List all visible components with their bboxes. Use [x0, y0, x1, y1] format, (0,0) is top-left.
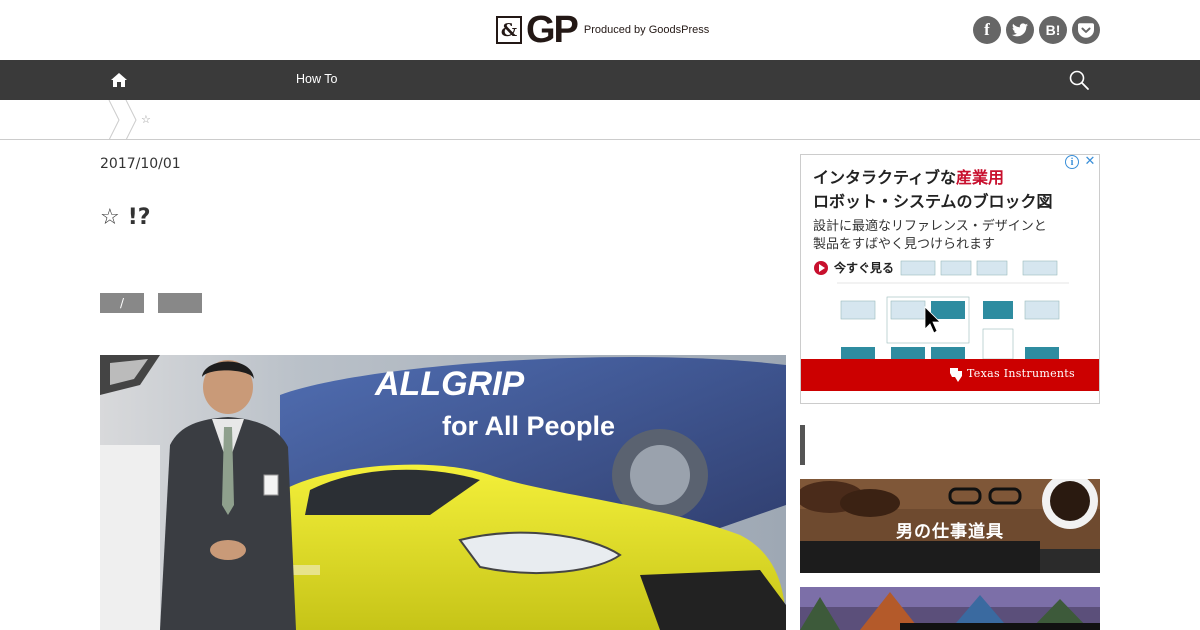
- play-icon: [814, 260, 828, 275]
- hero-photo: ALLGRIP for All People: [100, 355, 786, 630]
- texas-instruments-logo-icon: [950, 368, 962, 382]
- ad-body-line2: 製品をすばやく見つけられます: [813, 237, 996, 252]
- post-title: ☆!?: [100, 205, 151, 230]
- breadcrumb-separator-icon: [108, 100, 120, 140]
- post-date: 2017/10/01: [100, 156, 181, 172]
- hatena-bookmark-icon[interactable]: B!: [1039, 16, 1067, 44]
- title-star: ☆: [100, 205, 120, 230]
- ad-cta-label: 今すぐ見る: [834, 261, 895, 275]
- ad-close-icon[interactable]: ✕: [1083, 155, 1097, 169]
- ad-brand-name: Texas Instruments: [967, 367, 1075, 380]
- sidebar-banner-work-tools[interactable]: 男の仕事道具: [800, 479, 1100, 573]
- ad-info-icon[interactable]: i: [1065, 155, 1079, 169]
- site-header: & GP Produced by GoodsPress f B!: [0, 0, 1200, 60]
- tag-badge[interactable]: [158, 293, 202, 313]
- logo-amp-mark: &: [496, 16, 522, 44]
- sidebar-section-marker: [800, 425, 805, 465]
- sidebar-ad[interactable]: インタラクティブな産業用 ロボット・システムのブロック図 設計に最適なリファレン…: [800, 154, 1100, 404]
- ad-headline: インタラクティブな産業用: [813, 164, 1004, 188]
- search-icon[interactable]: [1068, 69, 1090, 91]
- nav-item-howto[interactable]: How To: [296, 72, 337, 86]
- ad-body-line1: 設計に最適なリファレンス・デザインと: [813, 219, 1047, 234]
- logo-gp-text: GP: [526, 9, 579, 51]
- title-text: !?: [127, 205, 151, 230]
- svg-text:for All People: for All People: [442, 411, 615, 441]
- breadcrumb: ☆: [0, 100, 1200, 140]
- banner-title: 男の仕事道具: [896, 522, 1004, 542]
- ad-headline-text: インタラクティブな: [813, 168, 957, 187]
- logo-tagline: Produced by GoodsPress: [583, 24, 710, 36]
- sidebar-banner-outdoor[interactable]: [800, 587, 1100, 630]
- site-logo[interactable]: & GP Produced by GoodsPress: [496, 9, 710, 51]
- home-icon[interactable]: [110, 71, 128, 89]
- hero-image: ALLGRIP for All People: [100, 355, 786, 630]
- svg-text:ALLGRIP: ALLGRIP: [374, 365, 525, 403]
- ad-brand-bar: Texas Instruments: [801, 359, 1099, 391]
- ad-cta-button[interactable]: 今すぐ見る: [814, 259, 894, 276]
- facebook-icon[interactable]: f: [973, 16, 1001, 44]
- ad-headline-line2: ロボット・システムのブロック図: [813, 192, 1053, 211]
- twitter-icon[interactable]: [1006, 16, 1034, 44]
- ad-headline-highlight: 産業用: [956, 168, 1005, 187]
- banner-background-image: [800, 587, 1100, 630]
- main-nav: How To: [0, 60, 1200, 100]
- breadcrumb-separator-icon: [125, 100, 137, 140]
- social-share-buttons: f B!: [973, 16, 1100, 44]
- pocket-icon[interactable]: [1072, 16, 1100, 44]
- breadcrumb-current: ☆: [141, 113, 151, 126]
- tag-badge[interactable]: /: [100, 293, 144, 313]
- post-tags: /: [100, 293, 202, 313]
